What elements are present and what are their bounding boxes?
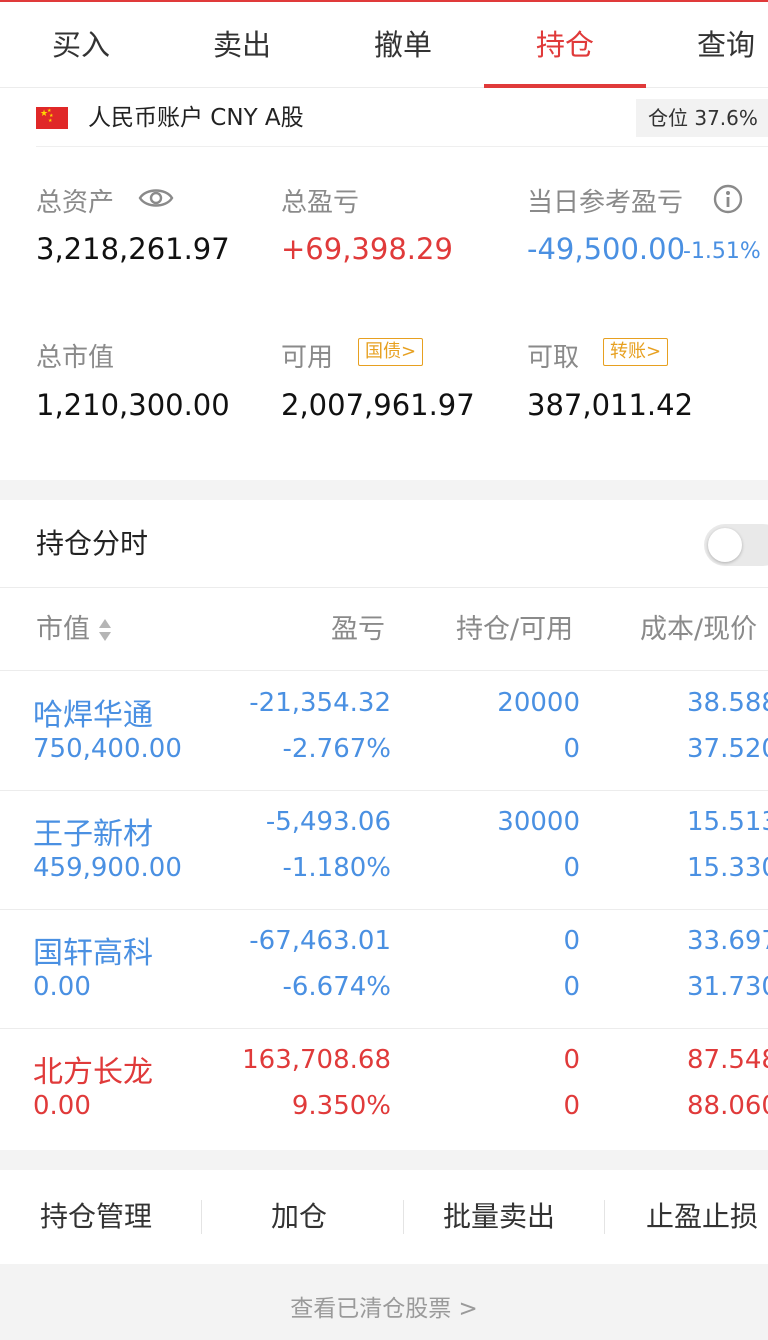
market-value-label: 总市值 (36, 343, 115, 373)
stock-holding: 0 (563, 926, 580, 956)
divider (36, 146, 768, 147)
stock-cost: 33.697 (687, 926, 768, 956)
stock-name: 哈焊华通 (33, 698, 153, 733)
trade-tabs: 买入 卖出 撤单 持仓 查询 (0, 2, 768, 88)
stock-market-value: 0.00 (33, 972, 91, 1002)
stock-price: 37.520 (687, 734, 768, 764)
stock-pnl-percent: -2.767% (282, 734, 391, 764)
header-pnl: 盈亏 (331, 614, 385, 645)
available-label: 可用 (281, 343, 334, 373)
divider (201, 1200, 202, 1234)
divider (604, 1200, 605, 1234)
position-ratio-badge: 仓位 37.6% (636, 99, 768, 137)
stock-price: 15.330 (687, 853, 768, 883)
stock-available: 0 (563, 972, 580, 1002)
add-position-button[interactable]: 加仓 (271, 1170, 327, 1264)
divider (403, 1200, 404, 1234)
table-row[interactable]: 哈焊华通 750,400.00 -21,354.32 -2.767% 20000… (0, 672, 768, 791)
tab-query[interactable]: 查询 (645, 2, 768, 88)
withdrawable-value: 387,011.42 (527, 388, 694, 422)
stock-name: 北方长龙 (33, 1055, 153, 1090)
footer: 查看已清仓股票 > (0, 1264, 768, 1340)
total-assets-value: 3,218,261.97 (36, 232, 230, 266)
available-value: 2,007,961.97 (281, 388, 475, 422)
tab-sell[interactable]: 卖出 (161, 2, 323, 88)
stock-cost: 15.513 (687, 807, 768, 837)
stock-pnl: -5,493.06 (265, 807, 391, 837)
batch-sell-button[interactable]: 批量卖出 (443, 1170, 555, 1264)
tab-cancel-order[interactable]: 撤单 (322, 2, 484, 88)
stock-market-value: 750,400.00 (33, 734, 182, 764)
stock-name: 王子新材 (33, 817, 153, 852)
stock-pnl-percent: -6.674% (282, 972, 391, 1002)
stock-pnl-percent: 9.350% (291, 1091, 391, 1121)
toggle-knob (708, 528, 742, 562)
stock-price: 88.060 (687, 1091, 768, 1121)
account-label: 人民币账户 CNY A股 (88, 105, 304, 131)
header-holding: 持仓/可用 (456, 614, 574, 645)
sort-icon[interactable] (98, 618, 112, 642)
stock-pnl: 163,708.68 (242, 1045, 391, 1075)
stock-available: 0 (563, 734, 580, 764)
position-timeshare-toggle[interactable] (704, 524, 768, 566)
stock-price: 31.730 (687, 972, 768, 1002)
account-row[interactable]: ★ ★ ★ ★ 人民币账户 CNY A股 仓位 37.6% (0, 89, 768, 147)
stock-pnl: -21,354.32 (249, 688, 391, 718)
table-row[interactable]: 王子新材 459,900.00 -5,493.06 -1.180% 30000 … (0, 791, 768, 910)
stock-market-value: 0.00 (33, 1091, 91, 1121)
total-pnl-value: +69,398.29 (281, 232, 453, 266)
table-row[interactable]: 国轩高科 0.00 -67,463.01 -6.674% 0 0 33.697 … (0, 910, 768, 1029)
daily-pnl-value: -49,500.00 (527, 232, 686, 266)
stock-market-value: 459,900.00 (33, 853, 182, 883)
stock-name: 国轩高科 (33, 936, 153, 971)
withdrawable-label: 可取 (527, 343, 580, 373)
china-flag-icon: ★ ★ ★ ★ (36, 107, 68, 129)
total-pnl-label: 总盈亏 (281, 188, 360, 218)
action-bar: 持仓管理 加仓 批量卖出 止盈止损 (0, 1170, 768, 1264)
header-cost-price: 成本/现价 (640, 614, 758, 645)
header-market-value[interactable]: 市值 (36, 589, 90, 671)
stock-cost: 87.548 (687, 1045, 768, 1075)
tab-positions[interactable]: 持仓 (484, 2, 646, 88)
daily-pnl-percent: -1.51% (683, 239, 761, 264)
section-gap (0, 480, 768, 500)
manage-positions-button[interactable]: 持仓管理 (40, 1170, 152, 1264)
transfer-tag[interactable]: 转账> (603, 338, 669, 366)
view-cleared-stocks-link[interactable]: 查看已清仓股票 > (0, 1264, 768, 1340)
stock-cost: 38.588 (687, 688, 768, 718)
info-icon[interactable] (712, 183, 744, 215)
table-row[interactable]: 北方长龙 0.00 163,708.68 9.350% 0 0 87.54 8 8… (0, 1029, 768, 1148)
eye-icon[interactable] (138, 185, 174, 211)
stock-available: 0 (563, 853, 580, 883)
holdings-table-header: 市值 盈亏 持仓/可用 成本/现价 (0, 589, 768, 671)
stock-pnl: -67,463.01 (249, 926, 391, 956)
stock-holding: 20000 (497, 688, 580, 718)
position-timeshare-row: 持仓分时 (0, 500, 768, 588)
stock-holding: 30000 (497, 807, 580, 837)
stock-holding: 0 (563, 1045, 580, 1075)
section-gap (0, 1150, 768, 1170)
position-timeshare-label: 持仓分时 (36, 527, 149, 560)
treasury-bond-tag[interactable]: 国债> (358, 338, 424, 366)
tab-buy[interactable]: 买入 (0, 2, 162, 88)
daily-pnl-label: 当日参考盈亏 (527, 188, 684, 218)
take-profit-stop-loss-button[interactable]: 止盈止损 (646, 1170, 758, 1264)
stock-available: 0 (563, 1091, 580, 1121)
market-value-value: 1,210,300.00 (36, 388, 230, 422)
total-assets-label: 总资产 (36, 188, 115, 218)
stock-pnl-percent: -1.180% (282, 853, 391, 883)
